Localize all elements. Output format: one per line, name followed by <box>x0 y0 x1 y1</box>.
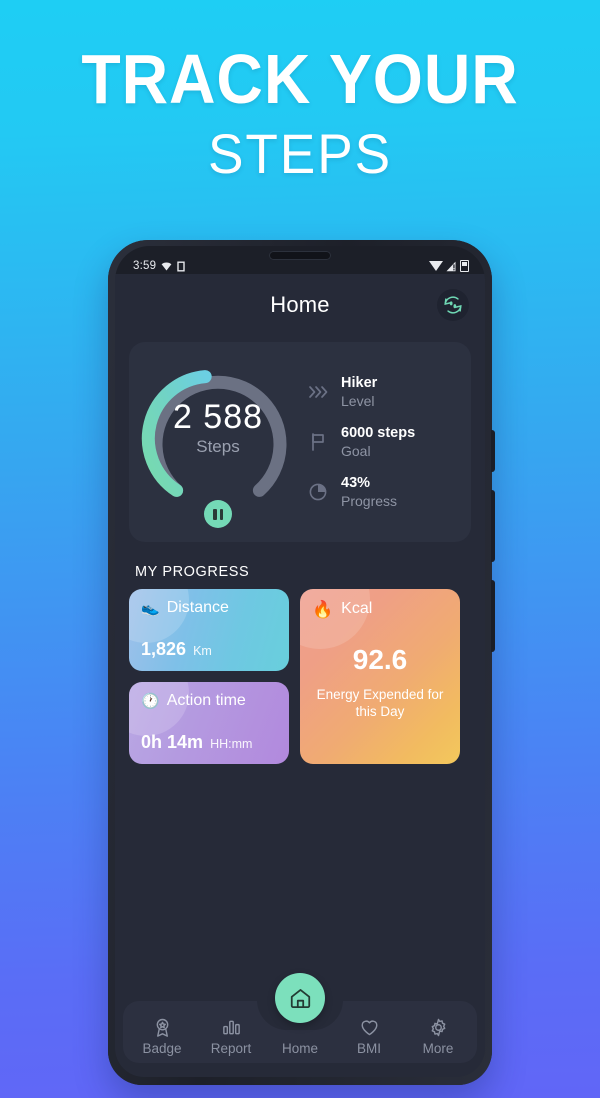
step-count-label: Steps <box>196 437 240 456</box>
signal-alert-icon <box>446 261 457 272</box>
flag-icon <box>307 431 329 453</box>
camera-notch <box>269 251 331 260</box>
distance-card-unit: Km <box>193 644 212 658</box>
home-icon <box>290 988 310 1008</box>
nav-label-more: More <box>422 1041 454 1056</box>
stat-progress: 43% Progress <box>307 475 465 510</box>
page-title: Home <box>270 292 330 317</box>
stat-progress-value: 43% <box>341 474 371 491</box>
nav-item-report[interactable]: Report <box>198 1015 264 1056</box>
nav-label-home: Home <box>281 1041 318 1056</box>
pause-bar-left <box>213 508 217 520</box>
headline-line-2: STEPS <box>208 122 392 185</box>
wifi-icon <box>161 261 172 272</box>
distance-card-title: Distance <box>166 599 229 616</box>
badge-icon <box>129 1015 195 1039</box>
nav-item-bmi[interactable]: BMI <box>336 1015 402 1056</box>
kcal-card-value: 92.6 <box>352 644 408 675</box>
kcal-card-description: Energy Expended for this Day <box>316 687 444 719</box>
card-blob <box>300 589 370 649</box>
phone-side-button-top <box>491 430 495 472</box>
sim-icon <box>177 261 185 272</box>
battery-icon <box>460 260 469 272</box>
phone-side-button-bottom <box>491 580 495 652</box>
heart-icon <box>336 1015 402 1039</box>
summary-stats-list: Hiker Level 6000 steps Goal 43% Progress <box>301 375 465 510</box>
home-fab-button[interactable] <box>275 973 325 1023</box>
gear-icon <box>405 1015 471 1039</box>
action-time-card-title: Action time <box>166 692 246 709</box>
progress-cards: 👟 Distance 1,826 Km 🕐 Action time 0h 14m… <box>115 589 485 764</box>
pause-button[interactable] <box>204 500 232 528</box>
promo-headline: TRACK YOUR STEPS <box>0 42 600 188</box>
stat-goal: 6000 steps Goal <box>307 425 465 460</box>
kcal-card-title: Kcal <box>341 600 373 617</box>
clock-icon: 🕐 <box>141 692 160 710</box>
action-time-card-value: 0h 14m <box>141 732 204 752</box>
data-triangle-icon <box>429 261 443 271</box>
nav-item-badge[interactable]: Badge <box>129 1015 195 1056</box>
bottom-navigation: Badge Report Home BMI More <box>115 973 485 1063</box>
nav-item-more[interactable]: More <box>405 1015 471 1056</box>
stat-level: Hiker Level <box>307 375 465 410</box>
app-bar: Home <box>115 274 485 336</box>
phone-mockup: 3:59 Home 2 588 Steps Hiker Level 6000 s… <box>108 240 495 1085</box>
headline-line-1: TRACK YOUR <box>81 40 519 118</box>
status-bar-time: 3:59 <box>133 260 157 272</box>
action-time-card-unit: HH:mm <box>210 737 253 751</box>
pause-bar-right <box>219 508 223 520</box>
phone-side-button-mid <box>491 490 495 562</box>
step-count-value: 2 588 <box>172 398 264 436</box>
stat-level-label: Level <box>341 392 375 409</box>
kcal-card[interactable]: 🔥 Kcal 92.6 Energy Expended for this Day <box>300 589 460 764</box>
status-bar: 3:59 <box>115 246 485 274</box>
running-shoe-icon: 👟 <box>141 599 160 617</box>
report-icon <box>198 1015 264 1039</box>
distance-card[interactable]: 👟 Distance 1,826 Km <box>129 589 289 671</box>
stat-level-value: Hiker <box>341 374 378 391</box>
distance-card-value: 1,826 <box>141 639 187 659</box>
step-progress-ring: 2 588 Steps <box>135 352 301 532</box>
phone-screen: 3:59 Home 2 588 Steps Hiker Level 6000 s… <box>115 246 485 1077</box>
flame-icon: 🔥 <box>312 599 334 619</box>
action-time-card[interactable]: 🕐 Action time 0h 14m HH:mm <box>129 682 289 764</box>
nav-label-report: Report <box>210 1041 252 1056</box>
stat-goal-label: Goal <box>341 442 371 459</box>
nav-label-badge: Badge <box>142 1041 182 1056</box>
nav-label-bmi: BMI <box>356 1041 381 1056</box>
reset-steps-icon[interactable] <box>437 289 469 321</box>
my-progress-title: MY PROGRESS <box>135 564 250 580</box>
step-count-block: 2 588 Steps <box>135 398 301 457</box>
pie-chart-icon <box>307 481 329 503</box>
step-summary-card: 2 588 Steps Hiker Level 6000 steps Goal … <box>129 342 471 542</box>
stat-goal-value: 6000 steps <box>341 424 416 441</box>
chevrons-right-icon <box>307 381 329 403</box>
stat-progress-label: Progress <box>341 492 398 509</box>
